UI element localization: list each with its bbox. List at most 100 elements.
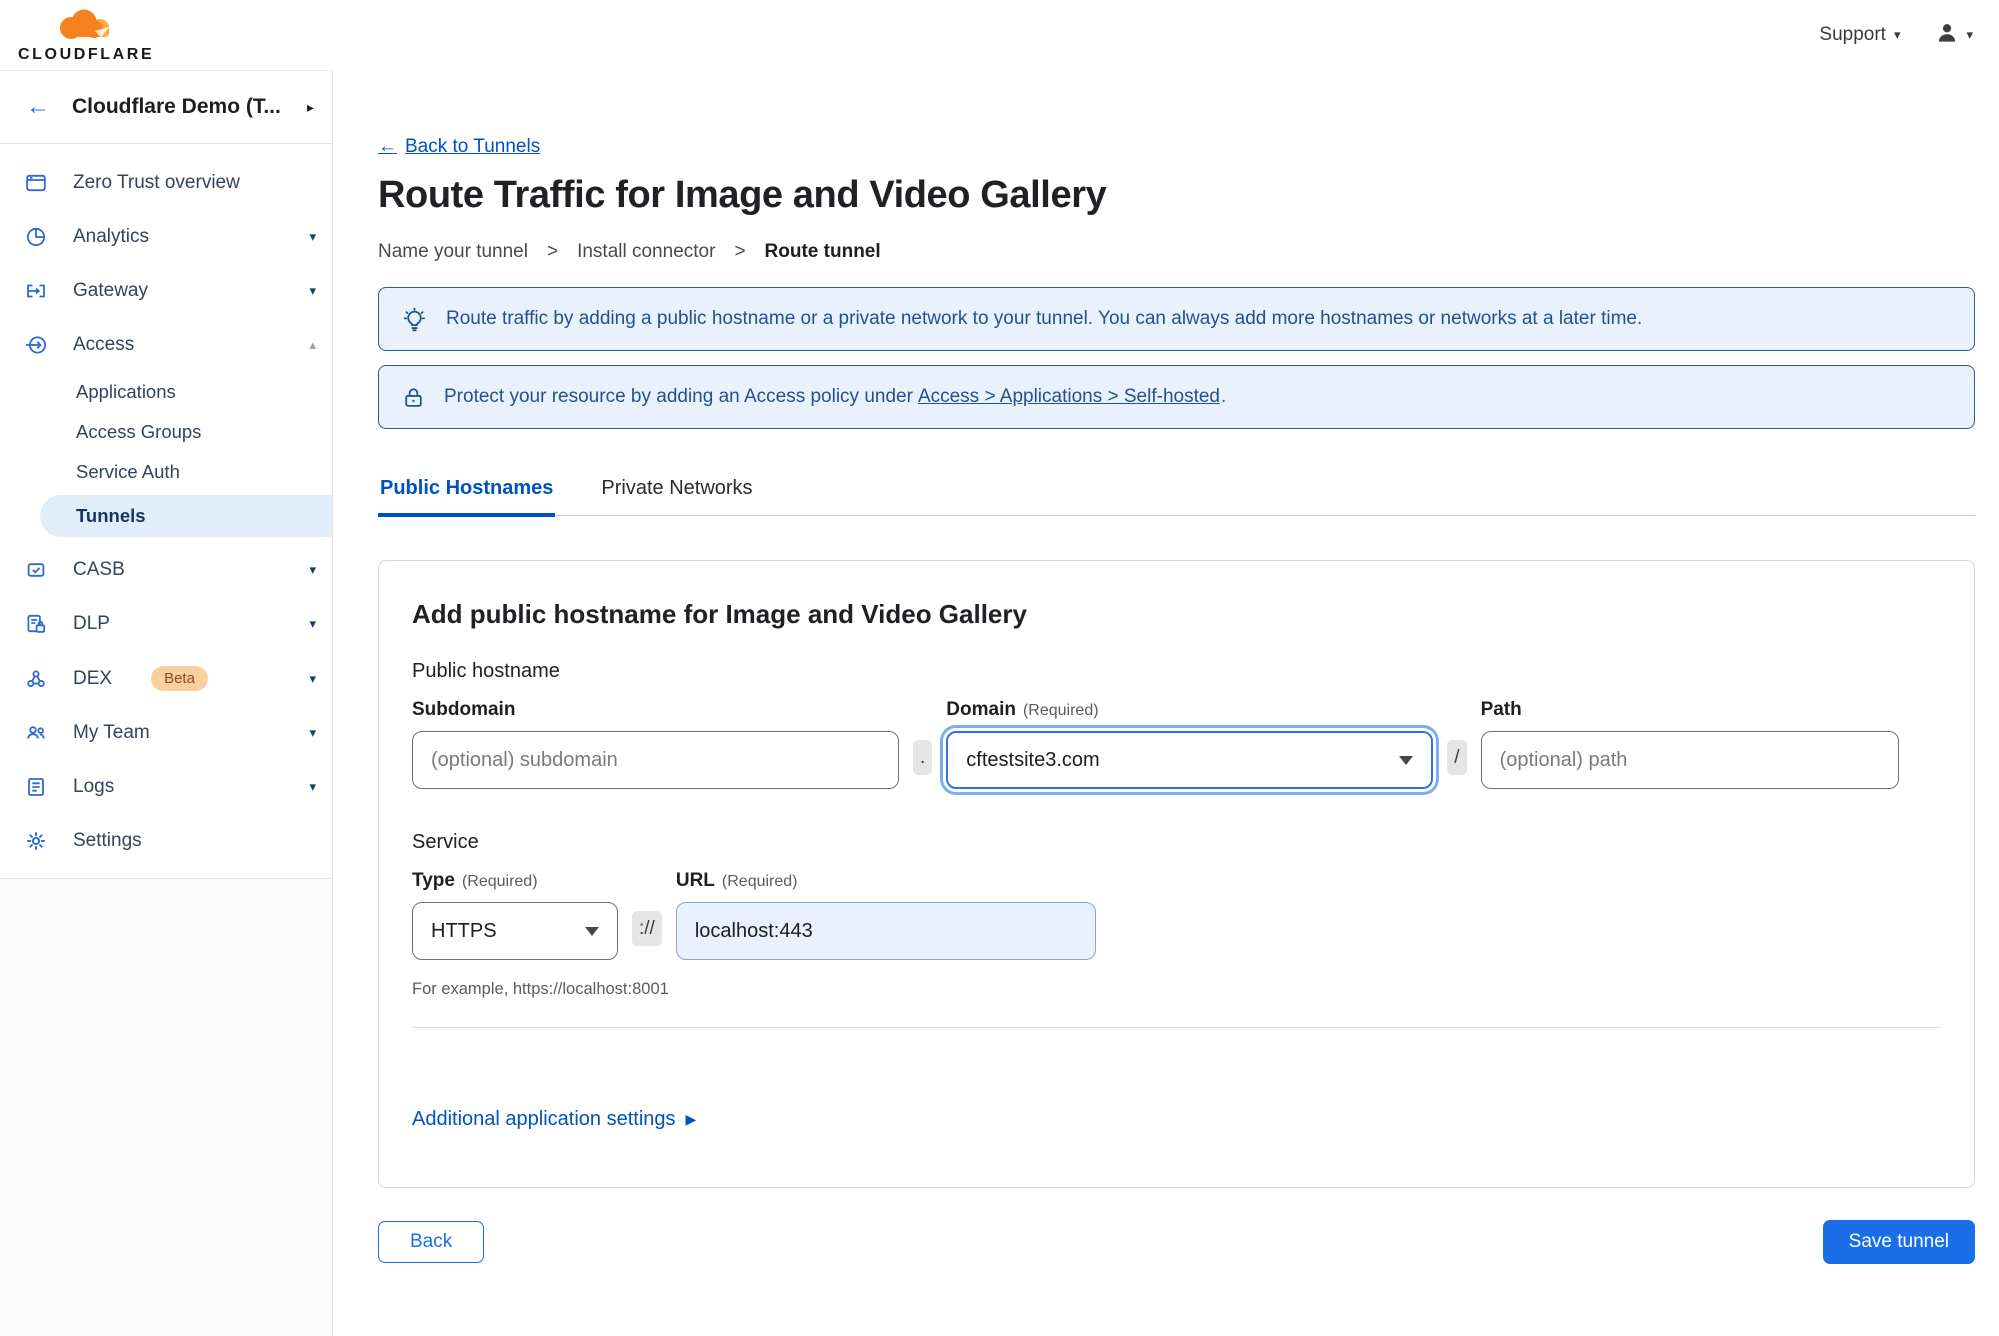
chevron-down-icon: ▾ — [309, 283, 316, 298]
sidebar-item-logs[interactable]: Logs ▾ — [0, 760, 332, 814]
sidebar-item-dex[interactable]: DEX Beta ▾ — [0, 651, 332, 706]
sidebar-item-label: Access — [73, 334, 135, 355]
subdomain-field-group: Subdomain — [412, 699, 899, 789]
sidebar-item-applications[interactable]: Applications — [0, 372, 332, 412]
support-menu[interactable]: Support ▾ — [1819, 24, 1900, 46]
sidebar-item-label: Gateway — [73, 280, 148, 301]
main-content: ← Back to Tunnels Route Traffic for Image… — [333, 70, 1999, 1336]
service-group-label: Service — [412, 831, 479, 853]
user-menu[interactable]: ▾ — [1934, 20, 1973, 51]
topbar-right: Support ▾ ▾ — [1819, 20, 1973, 51]
step-name-your-tunnel[interactable]: Name your tunnel — [378, 241, 528, 263]
chevron-down-icon: ▾ — [309, 229, 316, 244]
top-bar: CLOUDFLARE Support ▾ ▾ — [0, 0, 1999, 70]
slash-separator: / — [1447, 740, 1467, 775]
sidebar-item-settings[interactable]: Settings — [0, 814, 332, 868]
tab-public-hostnames[interactable]: Public Hostnames — [378, 477, 556, 517]
page-title: Route Traffic for Image and Video Galler… — [378, 174, 1107, 216]
hostname-field-row: Subdomain . Domain(Required) cftestsite3… — [412, 699, 1941, 789]
chevron-down-icon: ▾ — [309, 562, 316, 577]
shell: ← Cloudflare Demo (T... ▸ Zero Trust ove… — [0, 70, 1999, 1336]
chevron-down-icon: ▾ — [309, 725, 316, 740]
service-field-row: Type (Required) HTTPS :// URL (Required) — [412, 870, 1941, 960]
service-type-value: HTTPS — [431, 919, 497, 942]
gear-icon — [24, 829, 48, 853]
sidebar-item-dlp[interactable]: DLP ▾ — [0, 597, 332, 651]
cloudflare-logo[interactable]: CLOUDFLARE — [18, 8, 154, 63]
scheme-separator: :// — [632, 911, 662, 946]
chevron-down-icon: ▾ — [309, 616, 316, 631]
domain-select[interactable]: cftestsite3.com — [946, 731, 1434, 789]
tab-private-networks[interactable]: Private Networks — [599, 477, 754, 517]
path-field-group: Path — [1480, 699, 1899, 789]
back-to-tunnels-link[interactable]: ← Back to Tunnels — [378, 136, 540, 158]
back-arrow-icon: ← — [378, 136, 397, 157]
cloudflare-wordmark: CLOUDFLARE — [18, 45, 155, 63]
step-install-connector[interactable]: Install connector — [577, 241, 715, 263]
casb-icon — [24, 558, 48, 582]
sidebar-item-zero-trust-overview[interactable]: Zero Trust overview — [0, 156, 332, 210]
sidebar-item-analytics[interactable]: Analytics ▾ — [0, 210, 332, 264]
access-policy-banner-text: Protect your resource by adding an Acces… — [444, 386, 1227, 407]
sidebar-item-access-groups[interactable]: Access Groups — [0, 412, 332, 452]
type-label: Type (Required) — [412, 870, 538, 891]
sidebar-item-my-team[interactable]: My Team ▾ — [0, 706, 332, 760]
additional-settings-toggle[interactable]: Additional application settings ▶ — [412, 1108, 696, 1131]
domain-select-value: cftestsite3.com — [966, 748, 1100, 771]
sidebar-item-casb[interactable]: CASB ▾ — [0, 543, 332, 597]
logs-document-icon — [24, 775, 48, 799]
lightbulb-icon — [401, 306, 428, 333]
type-field-group: Type (Required) HTTPS — [412, 870, 618, 960]
support-label: Support — [1819, 24, 1886, 45]
beta-badge: Beta — [151, 666, 208, 691]
tip-banner: Route traffic by adding a public hostnam… — [378, 287, 1975, 351]
save-tunnel-button[interactable]: Save tunnel — [1822, 1220, 1975, 1264]
account-name: Cloudflare Demo (T... — [72, 95, 281, 118]
step-separator: > — [734, 241, 746, 262]
sidebar-expand-icon[interactable]: ▸ — [307, 99, 314, 116]
sidebar-item-access[interactable]: Access ▴ — [0, 318, 332, 372]
sidebar-item-label: Logs — [73, 776, 115, 797]
sidebar-footer-space — [0, 879, 332, 1336]
select-caret-icon — [585, 926, 599, 936]
app-root: CLOUDFLARE Support ▾ ▾ ← Cloudflare Demo… — [0, 0, 1999, 1336]
access-icon — [24, 333, 48, 357]
tip-banner-text: Route traffic by adding a public hostnam… — [446, 308, 1643, 329]
sidebar-item-label: CASB — [73, 559, 125, 580]
pie-chart-icon — [24, 225, 48, 249]
gateway-icon — [24, 279, 48, 303]
path-input[interactable] — [1480, 731, 1899, 789]
team-icon — [24, 721, 48, 745]
lock-icon — [401, 385, 426, 410]
url-label: URL (Required) — [675, 870, 798, 891]
sidebar-nav: Zero Trust overview Analytics ▾ Gateway … — [0, 144, 332, 879]
browser-window-icon — [24, 171, 48, 195]
domain-field-group: Domain (Required) cftestsite3.com — [946, 699, 1434, 789]
sidebar-item-gateway[interactable]: Gateway ▾ — [0, 264, 332, 318]
service-type-select[interactable]: HTTPS — [412, 902, 618, 960]
dex-nodes-icon — [24, 667, 48, 691]
wizard-steps: Name your tunnel > Install connector > R… — [378, 241, 1975, 263]
sidebar-item-label: DLP — [73, 613, 110, 634]
access-policy-banner: Protect your resource by adding an Acces… — [378, 365, 1975, 429]
path-label: Path — [1480, 699, 1522, 720]
document-lock-icon — [24, 612, 48, 636]
sidebar-item-label: DEX — [73, 667, 113, 689]
access-applications-self-hosted-link[interactable]: Access > Applications > Self-hosted — [918, 386, 1220, 407]
card-heading: Add public hostname for Image and Video … — [412, 599, 1027, 629]
user-chevron-icon: ▾ — [1966, 27, 1973, 42]
sidebar-item-label: Zero Trust overview — [73, 172, 240, 193]
service-url-input[interactable] — [675, 902, 1096, 960]
sidebar-header: ← Cloudflare Demo (T... ▸ — [0, 71, 332, 144]
sidebar: ← Cloudflare Demo (T... ▸ Zero Trust ove… — [0, 70, 333, 1336]
chevron-up-icon: ▴ — [309, 337, 316, 352]
public-hostname-group-label: Public hostname — [412, 660, 560, 682]
back-button[interactable]: Back — [378, 1221, 485, 1263]
sidebar-item-tunnels[interactable]: Tunnels — [40, 495, 332, 537]
subdomain-input[interactable] — [412, 731, 899, 789]
domain-label: Domain (Required) — [946, 699, 1099, 720]
required-hint: (Required) — [1022, 702, 1099, 719]
sidebar-item-service-auth[interactable]: Service Auth — [0, 452, 332, 492]
account-back-arrow-icon[interactable]: ← — [26, 95, 50, 119]
dot-separator: . — [913, 740, 933, 775]
